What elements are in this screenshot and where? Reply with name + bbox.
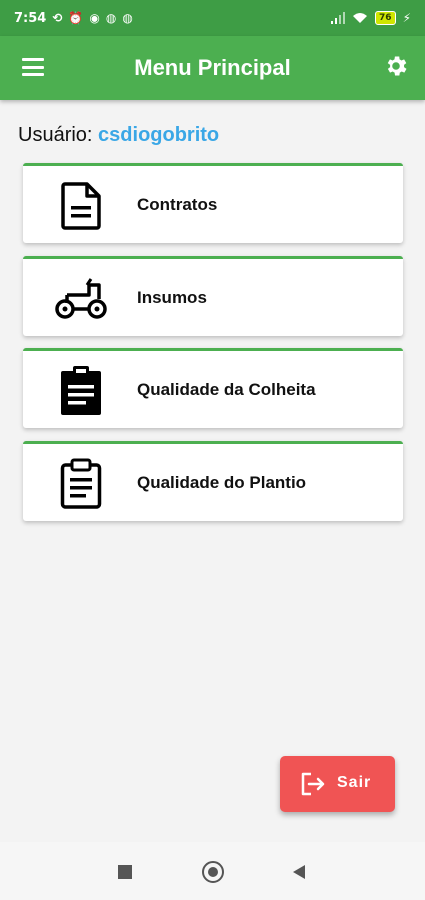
clipboard-filled-icon: [53, 363, 109, 419]
user-info: Usuário: csdiogobrito: [18, 124, 219, 147]
menu-item-qualidade-colheita[interactable]: Qualidade da Colheita: [23, 348, 403, 428]
user-label: Usuário:: [18, 124, 93, 146]
status-time: 7:54: [14, 10, 47, 26]
menu-item-label: Qualidade da Colheita: [137, 379, 316, 399]
app-notification-icon-2: ◍: [122, 11, 133, 25]
system-nav-bar: [0, 842, 425, 900]
recents-square-icon[interactable]: [118, 865, 132, 879]
hamburger-icon: [22, 58, 44, 61]
menu-item-insumos[interactable]: Insumos: [23, 256, 403, 336]
sync-off-icon: ⟲: [52, 11, 63, 25]
record-icon: ◉: [89, 11, 100, 25]
tractor-icon: [53, 271, 109, 327]
battery-level: 76: [375, 11, 396, 25]
menu-item-contratos[interactable]: Contratos: [23, 163, 403, 243]
clipboard-outline-icon: [53, 456, 109, 512]
app-notification-icon: ◍: [105, 11, 117, 25]
logout-icon: [301, 772, 325, 796]
back-triangle-icon[interactable]: [292, 864, 306, 880]
signal-icon: [331, 12, 346, 24]
charging-icon: ⚡: [402, 11, 411, 25]
battery-icon: 76: [375, 11, 396, 25]
menu-item-label: Insumos: [137, 287, 207, 307]
logout-button[interactable]: Sair: [280, 756, 395, 812]
app-bar: Menu Principal: [0, 36, 425, 100]
settings-gear-icon[interactable]: [383, 53, 409, 79]
home-inner-dot: [208, 867, 218, 877]
wifi-icon: [353, 13, 368, 23]
menu-item-qualidade-plantio[interactable]: Qualidade do Plantio: [23, 441, 403, 521]
home-circle-icon[interactable]: [202, 861, 224, 883]
status-bar: 7:54 ⟲ ⏰ ◉ ◍ ◍ 76 ⚡: [0, 0, 425, 36]
username: csdiogobrito: [98, 124, 220, 146]
menu-item-label: Contratos: [137, 194, 218, 214]
menu-button[interactable]: [22, 58, 46, 78]
logout-label: Sair: [337, 774, 372, 791]
alarm-icon: ⏰: [68, 11, 84, 25]
document-icon: [53, 178, 109, 234]
page-title: Menu Principal: [134, 55, 291, 80]
menu-item-label: Qualidade do Plantio: [137, 472, 307, 492]
